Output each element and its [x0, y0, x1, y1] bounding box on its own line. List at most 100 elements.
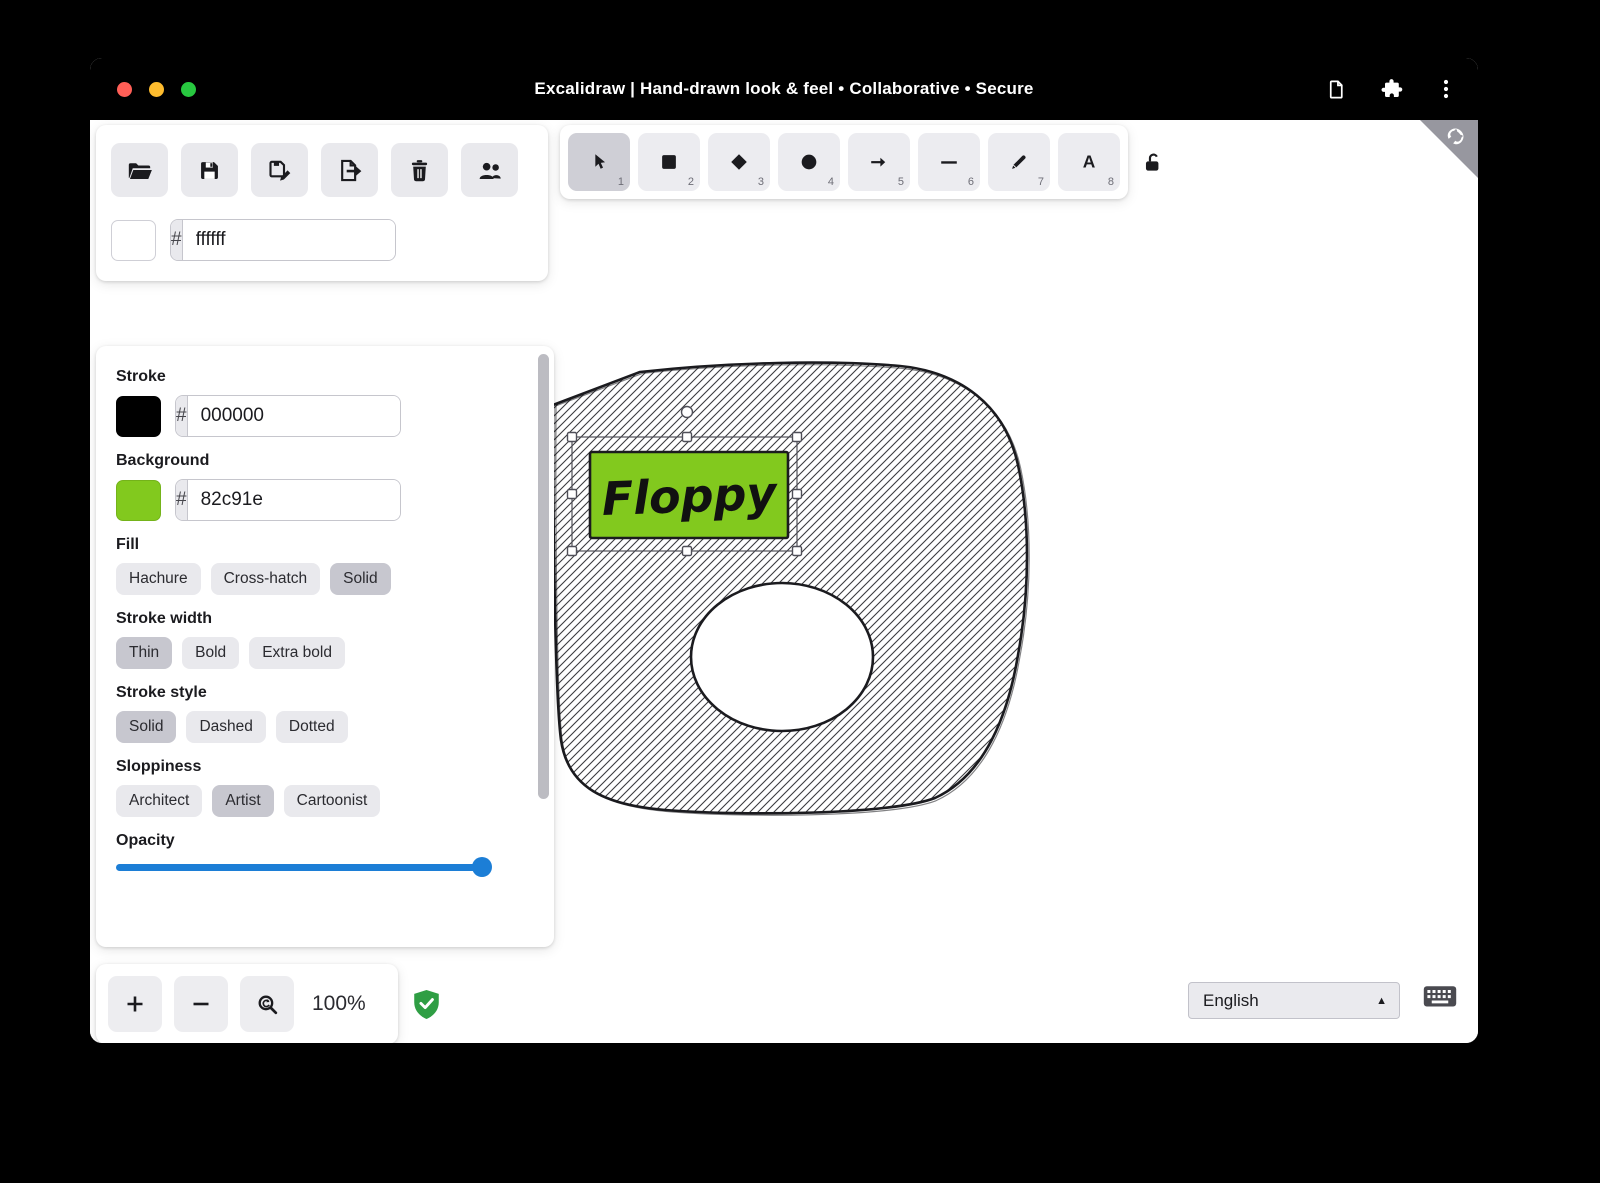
- tool-arrow[interactable]: 5: [848, 133, 910, 191]
- github-corner-ribbon[interactable]: [1420, 120, 1478, 178]
- language-selected-value: English: [1189, 991, 1376, 1011]
- fill-option-cross-hatch[interactable]: Cross-hatch: [211, 563, 321, 595]
- trash-icon: [406, 157, 433, 184]
- hash-symbol: #: [176, 396, 188, 436]
- sloppiness-artist[interactable]: Artist: [212, 785, 273, 817]
- arrow-icon: [867, 151, 891, 173]
- tool-shortcut-label: 6: [968, 176, 974, 188]
- traffic-lights: [117, 82, 196, 97]
- pencil-icon: [1008, 151, 1030, 173]
- reset-zoom-button[interactable]: [240, 976, 294, 1032]
- stroke-color-swatch[interactable]: [116, 396, 161, 437]
- tool-ellipse[interactable]: 4: [778, 133, 840, 191]
- tool-shortcut-label: 1: [618, 176, 624, 188]
- magnifier-reset-icon: [255, 992, 280, 1017]
- tool-shortcut-label: 4: [828, 176, 834, 188]
- tool-rectangle[interactable]: 2: [638, 133, 700, 191]
- floppy-label-rectangle[interactable]: Floppy: [590, 452, 788, 538]
- export-icon: [336, 157, 363, 184]
- close-window-button[interactable]: [117, 82, 132, 97]
- save-as-button[interactable]: [251, 143, 308, 197]
- app-window: Excalidraw | Hand-drawn look & feel • Co…: [90, 58, 1478, 1043]
- tool-shortcut-label: 8: [1108, 176, 1114, 188]
- chevron-up-icon: ▲: [1376, 995, 1387, 1007]
- minimize-window-button[interactable]: [149, 82, 164, 97]
- canvas-background-swatch[interactable]: [111, 220, 156, 261]
- unlock-icon: [1140, 150, 1166, 176]
- zoom-in-button[interactable]: [108, 976, 162, 1032]
- background-hex-input[interactable]: [188, 480, 401, 520]
- panel-scrollbar[interactable]: [538, 354, 549, 799]
- zoom-level-label: 100%: [312, 992, 374, 1016]
- tool-diamond[interactable]: 3: [708, 133, 770, 191]
- keyboard-shortcuts-icon[interactable]: [1422, 981, 1458, 1011]
- folder-open-icon: [126, 157, 153, 184]
- sloppiness-architect[interactable]: Architect: [116, 785, 202, 817]
- stroke-width-extra-bold[interactable]: Extra bold: [249, 637, 345, 669]
- tool-text[interactable]: A 8: [1058, 133, 1120, 191]
- opacity-slider-thumb[interactable]: [472, 857, 492, 877]
- selection-cursor-icon: [588, 151, 610, 173]
- language-select[interactable]: English ▲: [1188, 982, 1400, 1019]
- fill-option-hachure[interactable]: Hachure: [116, 563, 201, 595]
- floppy-hub-hole[interactable]: [691, 583, 873, 731]
- stroke-width-thin[interactable]: Thin: [116, 637, 172, 669]
- encryption-shield-icon: [412, 988, 441, 1021]
- clear-canvas-button[interactable]: [391, 143, 448, 197]
- window-title: Excalidraw | Hand-drawn look & feel • Co…: [90, 79, 1478, 99]
- stroke-width-label: Stroke width: [116, 610, 534, 628]
- save-as-icon: [266, 157, 293, 184]
- line-icon: [937, 151, 961, 173]
- extensions-icon[interactable]: [1380, 77, 1404, 101]
- rectangle-icon: [658, 151, 680, 173]
- opacity-slider[interactable]: [116, 864, 488, 871]
- lock-tool-button[interactable]: [1140, 150, 1166, 179]
- maximize-window-button[interactable]: [181, 82, 196, 97]
- background-label: Background: [116, 452, 534, 470]
- fill-option-solid[interactable]: Solid: [330, 563, 390, 595]
- opacity-label: Opacity: [116, 832, 534, 850]
- collaborators-icon: [476, 157, 504, 184]
- stroke-style-label: Stroke style: [116, 684, 534, 702]
- sloppiness-label: Sloppiness: [116, 758, 534, 776]
- tool-shortcut-label: 5: [898, 176, 904, 188]
- tool-draw[interactable]: 7: [988, 133, 1050, 191]
- fill-label: Fill: [116, 536, 534, 554]
- canvas-background-hex-group: #: [170, 219, 396, 261]
- rotate-handle[interactable]: [682, 407, 693, 418]
- stroke-label: Stroke: [116, 368, 534, 386]
- plus-icon: [123, 992, 147, 1016]
- save-button[interactable]: [181, 143, 238, 197]
- stroke-style-solid[interactable]: Solid: [116, 711, 176, 743]
- stroke-width-bold[interactable]: Bold: [182, 637, 239, 669]
- browser-actions: [1325, 58, 1456, 120]
- text-tool-icon: A: [1078, 151, 1100, 173]
- stroke-style-dotted[interactable]: Dotted: [276, 711, 348, 743]
- kebab-menu-icon[interactable]: [1436, 78, 1456, 100]
- collaborators-button[interactable]: [461, 143, 518, 197]
- floppy-label-text[interactable]: Floppy: [601, 466, 779, 526]
- browser-titlebar: Excalidraw | Hand-drawn look & feel • Co…: [90, 58, 1478, 120]
- diamond-icon: [728, 151, 750, 173]
- stroke-style-dashed[interactable]: Dashed: [186, 711, 265, 743]
- floppy-disk-shape[interactable]: [553, 363, 1030, 817]
- background-hex-group: #: [175, 479, 401, 521]
- shape-tools-island: 1 2 3 4: [560, 125, 1128, 199]
- canvas-background-hex-input[interactable]: [183, 220, 396, 260]
- zoom-island: 100%: [96, 964, 398, 1043]
- hash-symbol: #: [176, 480, 188, 520]
- ellipse-icon: [798, 151, 820, 173]
- background-color-swatch[interactable]: [116, 480, 161, 521]
- tool-shortcut-label: 7: [1038, 176, 1044, 188]
- sloppiness-cartoonist[interactable]: Cartoonist: [284, 785, 381, 817]
- export-button[interactable]: [321, 143, 378, 197]
- tool-shortcut-label: 2: [688, 176, 694, 188]
- hash-symbol: #: [171, 220, 183, 260]
- zoom-out-button[interactable]: [174, 976, 228, 1032]
- tool-selection[interactable]: 1: [568, 133, 630, 191]
- open-button[interactable]: [111, 143, 168, 197]
- tool-line[interactable]: 6: [918, 133, 980, 191]
- stroke-hex-input[interactable]: [188, 396, 401, 436]
- page-icon[interactable]: [1325, 78, 1348, 101]
- stroke-hex-group: #: [175, 395, 401, 437]
